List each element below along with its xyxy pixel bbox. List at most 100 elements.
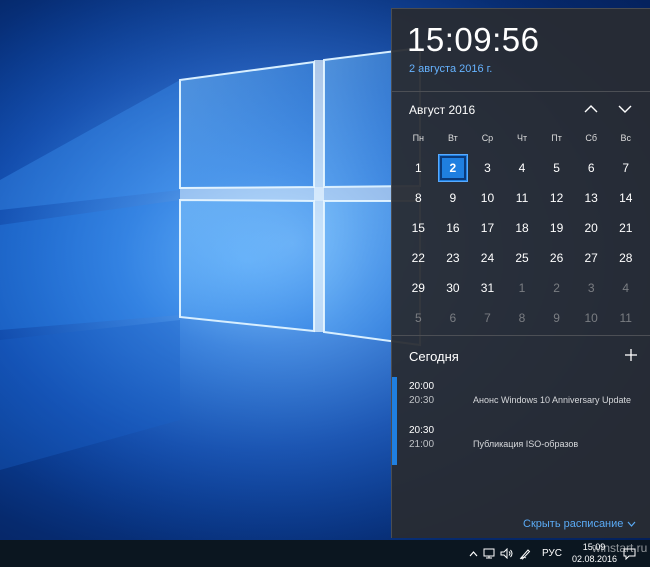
- event-start-time: 20:00: [409, 381, 435, 392]
- calendar-day-number: 4: [622, 281, 630, 295]
- calendar-day[interactable]: 9: [539, 303, 574, 333]
- calendar-day[interactable]: 12: [539, 183, 574, 213]
- calendar-day-number: 13: [584, 191, 598, 205]
- calendar-day[interactable]: 14: [608, 183, 643, 213]
- calendar-day[interactable]: 22: [401, 243, 436, 273]
- pen-workspace-button[interactable]: [517, 540, 533, 567]
- calendar-day[interactable]: 2: [539, 273, 574, 303]
- calendar-day[interactable]: 26: [539, 243, 574, 273]
- calendar-day[interactable]: 8: [505, 303, 540, 333]
- calendar-day-number: 2: [553, 281, 560, 295]
- event-end-time: 20:30: [409, 395, 435, 406]
- weekday-label: Вс: [620, 133, 632, 143]
- tray-overflow-button[interactable]: [466, 540, 480, 567]
- calendar-day-number: 4: [518, 161, 526, 175]
- calendar-week-row: 1 2 3 4 5 6 7: [401, 153, 643, 183]
- calendar-week-row: 8 9 10 11 12 13 14: [401, 183, 643, 213]
- next-month-button[interactable]: [613, 97, 637, 121]
- event-color-bar: [392, 421, 397, 465]
- calendar-day[interactable]: 3: [470, 153, 505, 183]
- month-label[interactable]: Август 2016: [409, 103, 475, 117]
- calendar-day[interactable]: 7: [470, 303, 505, 333]
- previous-month-button[interactable]: [579, 97, 603, 121]
- volume-button[interactable]: [499, 540, 515, 567]
- calendar-day[interactable]: 10: [470, 183, 505, 213]
- calendar-day[interactable]: 11: [608, 303, 643, 333]
- calendar-day-number: 7: [484, 311, 491, 325]
- input-language-button[interactable]: РУС: [539, 540, 565, 567]
- calendar-day[interactable]: 3: [574, 273, 609, 303]
- calendar-day-number: 24: [480, 251, 495, 265]
- calendar-day-number: 3: [484, 161, 491, 175]
- divider: [392, 335, 650, 336]
- hide-agenda-label: Скрыть расписание: [523, 518, 624, 530]
- calendar-day[interactable]: 6: [574, 153, 609, 183]
- calendar-week-row: 5 6 7 8 9 10 11: [401, 303, 643, 333]
- calendar-day-number: 28: [619, 251, 633, 265]
- calendar-day[interactable]: 17: [470, 213, 505, 243]
- agenda-event[interactable]: 20:30 21:00 Публикация ISO-образов: [392, 421, 650, 465]
- watermark: winstart.ru: [592, 541, 648, 555]
- hide-agenda-link[interactable]: Скрыть расписание: [523, 518, 636, 530]
- calendar-day[interactable]: 29: [401, 273, 436, 303]
- calendar-day[interactable]: 9: [436, 183, 471, 213]
- agenda-event[interactable]: 20:00 20:30 Анонс Windows 10 Anniversary…: [392, 377, 650, 421]
- calendar-day[interactable]: 21: [608, 213, 643, 243]
- calendar-day[interactable]: 13: [574, 183, 609, 213]
- calendar-day-number: 26: [549, 251, 564, 265]
- calendar-day-number: 29: [411, 281, 425, 295]
- calendar-day[interactable]: 24: [470, 243, 505, 273]
- calendar-day-number: 10: [584, 311, 598, 325]
- calendar-day[interactable]: 18: [505, 213, 540, 243]
- calendar-day[interactable]: 5: [539, 153, 574, 183]
- calendar-day-number: 9: [553, 311, 560, 325]
- network-button[interactable]: [482, 540, 498, 567]
- calendar-day-number: 18: [515, 221, 529, 235]
- weekday-label: Пн: [412, 133, 425, 143]
- calendar-day-number: 2: [437, 154, 468, 182]
- calendar-day[interactable]: 1: [505, 273, 540, 303]
- add-event-button[interactable]: [621, 345, 641, 365]
- calendar-day-number: 1: [414, 161, 422, 175]
- calendar-day[interactable]: 15: [401, 213, 436, 243]
- agenda-title: Сегодня: [409, 349, 459, 364]
- calendar-day-number: 23: [446, 251, 460, 265]
- calendar-day[interactable]: 1: [401, 153, 436, 183]
- calendar-day-number: 17: [480, 221, 495, 235]
- calendar-day[interactable]: 10: [574, 303, 609, 333]
- calendar-day[interactable]: 6: [436, 303, 471, 333]
- calendar-day[interactable]: 31: [470, 273, 505, 303]
- calendar-day[interactable]: 20: [574, 213, 609, 243]
- calendar-day[interactable]: 28: [608, 243, 643, 273]
- calendar-day[interactable]: 25: [505, 243, 540, 273]
- calendar-day-number: 6: [587, 161, 595, 175]
- calendar-day-number: 5: [414, 311, 422, 325]
- event-title: Анонс Windows 10 Anniversary Update: [473, 395, 632, 405]
- calendar-day[interactable]: 23: [436, 243, 471, 273]
- calendar-day[interactable]: 7: [608, 153, 643, 183]
- calendar-day[interactable]: 27: [574, 243, 609, 273]
- weekday-header: Пн Вт Ср Чт Пт Сб Вс: [401, 131, 643, 145]
- calendar-day[interactable]: 16: [436, 213, 471, 243]
- event-title: Публикация ISO-образов: [473, 439, 579, 449]
- chevron-up-icon: [584, 105, 598, 113]
- flyout-long-date[interactable]: 2 августа 2016 г.: [409, 63, 492, 75]
- calendar-day[interactable]: 30: [436, 273, 471, 303]
- divider: [392, 91, 650, 92]
- calendar-day[interactable]: 11: [505, 183, 540, 213]
- pen-icon: [519, 548, 531, 560]
- calendar-day[interactable]: 8: [401, 183, 436, 213]
- calendar-day[interactable]: 4: [608, 273, 643, 303]
- calendar-day-today[interactable]: 2: [436, 153, 471, 183]
- calendar-day[interactable]: 4: [505, 153, 540, 183]
- calendar-day[interactable]: 5: [401, 303, 436, 333]
- calendar-day-number: 10: [480, 191, 495, 205]
- calendar-day[interactable]: 19: [539, 213, 574, 243]
- calendar-day-number: 14: [619, 191, 633, 205]
- calendar-day-number: 16: [446, 221, 460, 235]
- event-end-time: 21:00: [409, 439, 435, 450]
- event-color-bar: [392, 377, 397, 421]
- calendar-day-number: 15: [411, 221, 425, 235]
- weekday-label: Чт: [516, 133, 528, 143]
- calendar-day-number: 19: [549, 221, 564, 235]
